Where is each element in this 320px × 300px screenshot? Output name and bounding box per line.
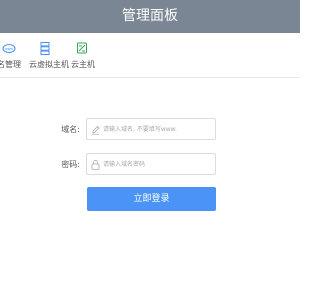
password-field[interactable] [86,153,216,175]
tab-cloud-host[interactable]: 云主机 [71,37,95,73]
domain-label: 域名: [61,125,80,134]
lock-icon [91,159,100,170]
header-bar: 管理面板 [0,0,300,33]
login-button[interactable]: 立即登录 [87,187,216,211]
page-title: 管理面板 [122,8,178,24]
tab-label: 云虚拟主机 [29,60,69,69]
domain-badge-icon: www [2,43,16,54]
tab-label: 名管理 [0,60,21,69]
server-icon [40,42,50,55]
cloud-host-icon [77,42,87,54]
tab-domain-management[interactable]: www 名管理 [0,37,28,73]
domain-field[interactable] [86,118,216,140]
tab-bar: www 名管理 云虚拟主机 云主机 [0,33,300,78]
password-input[interactable] [103,154,213,174]
svg-text:www: www [5,47,14,51]
password-label: 密码: [61,160,80,169]
pencil-icon [92,125,100,135]
domain-input[interactable] [103,119,213,139]
tab-virtual-host[interactable]: 云虚拟主机 [29,37,69,73]
tab-label: 云主机 [71,60,95,69]
